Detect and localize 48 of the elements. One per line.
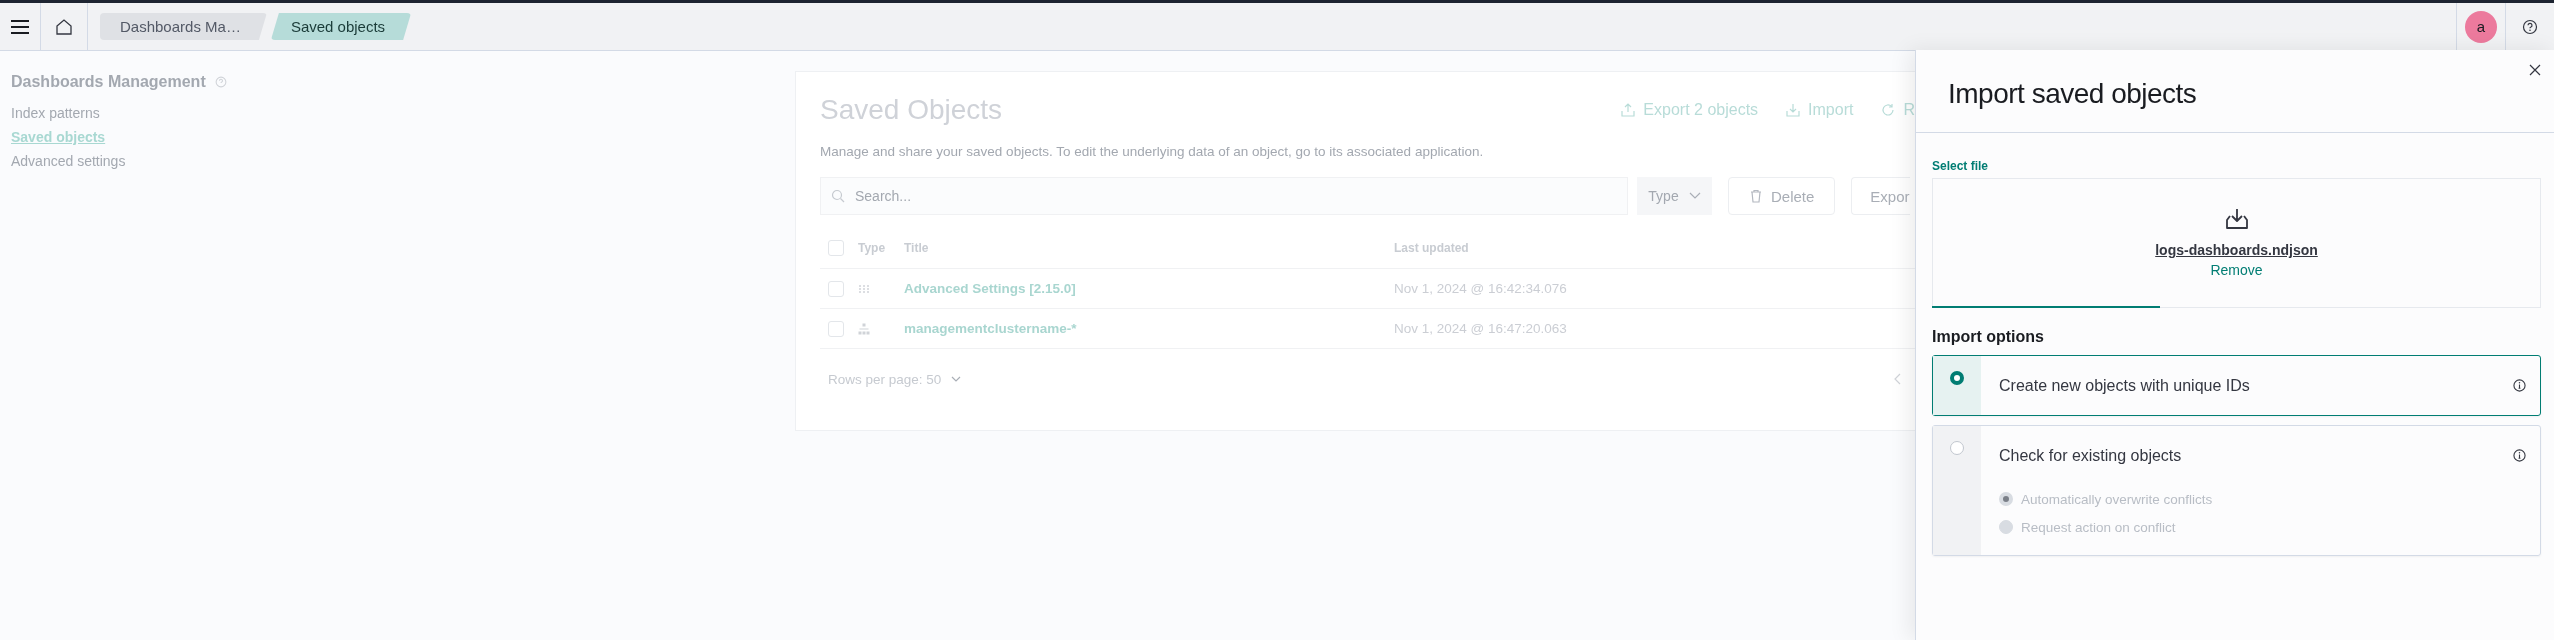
option-label: Automatically overwrite conflicts [2021,491,2213,507]
breadcrumb[interactable]: Saved objects [270,13,412,40]
radio-button[interactable] [1950,441,1964,455]
trash-icon [1749,189,1763,203]
type-filter[interactable]: Type [1637,177,1712,215]
option-label: Create new objects with unique IDs [1999,376,2250,395]
upload-icon [1621,103,1636,117]
breadcrumb[interactable]: Dashboards Ma… [100,13,267,40]
close-icon[interactable] [2529,64,2541,76]
info-icon[interactable] [2513,379,2526,392]
import-option-card[interactable]: Create new objects with unique IDs [1932,355,2541,416]
hierarchy-icon [858,322,870,335]
object-title-link[interactable]: Advanced Settings [2.15.0] [904,281,1394,296]
file-picker[interactable]: logs-dashboards.ndjson Remove [1932,178,2541,308]
object-title-link[interactable]: managementclustername-* [904,321,1394,336]
section-title: Import options [1932,328,2045,346]
select-all-checkbox[interactable] [828,239,844,256]
refresh-icon [1881,103,1896,117]
chevron-down-icon [951,376,962,382]
file-name: logs-dashboards.ndjson [2155,242,2318,258]
info-icon[interactable] [2513,449,2526,462]
download-tray-icon [2223,208,2250,230]
sidebar-item[interactable]: Advanced settings [11,149,765,173]
rows-per-page-button[interactable]: Rows per page: 50 [820,370,968,388]
flyout-title: Import saved objects [1916,50,2554,133]
option-label: Request action on conflict [2021,519,2176,535]
chevron-down-icon [1688,192,1701,200]
sidebar-item[interactable]: Index patterns [11,101,765,125]
export-button[interactable]: Expor [1851,177,1910,215]
download-icon [1786,103,1801,117]
sidebar-title: Dashboards Management [11,73,206,91]
home-icon[interactable] [40,3,88,50]
remove-link[interactable]: Remove [2210,262,2263,278]
page-description: Manage and share your saved objects. To edit the underlying data of an object, go to its associated application. [820,144,1485,159]
action-link[interactable]: Import [1786,101,1854,119]
sidebar-item[interactable]: Saved objects [11,125,765,149]
help-icon[interactable] [2522,18,2538,35]
avatar[interactable]: a [2465,10,2497,43]
search-field[interactable]: Search... [820,177,1628,215]
field-label: Select file [1932,159,1990,173]
grid-dots-icon [858,283,870,294]
row-checkbox[interactable] [828,320,844,337]
action-link[interactable]: Export 2 objects [1621,101,1759,119]
radio-button[interactable] [1950,371,1964,385]
option-label: Check for existing objects [1999,446,2182,465]
action-link[interactable]: R [1881,101,1915,119]
delete-button[interactable]: Delete [1728,177,1836,215]
row-checkbox[interactable] [828,280,844,297]
